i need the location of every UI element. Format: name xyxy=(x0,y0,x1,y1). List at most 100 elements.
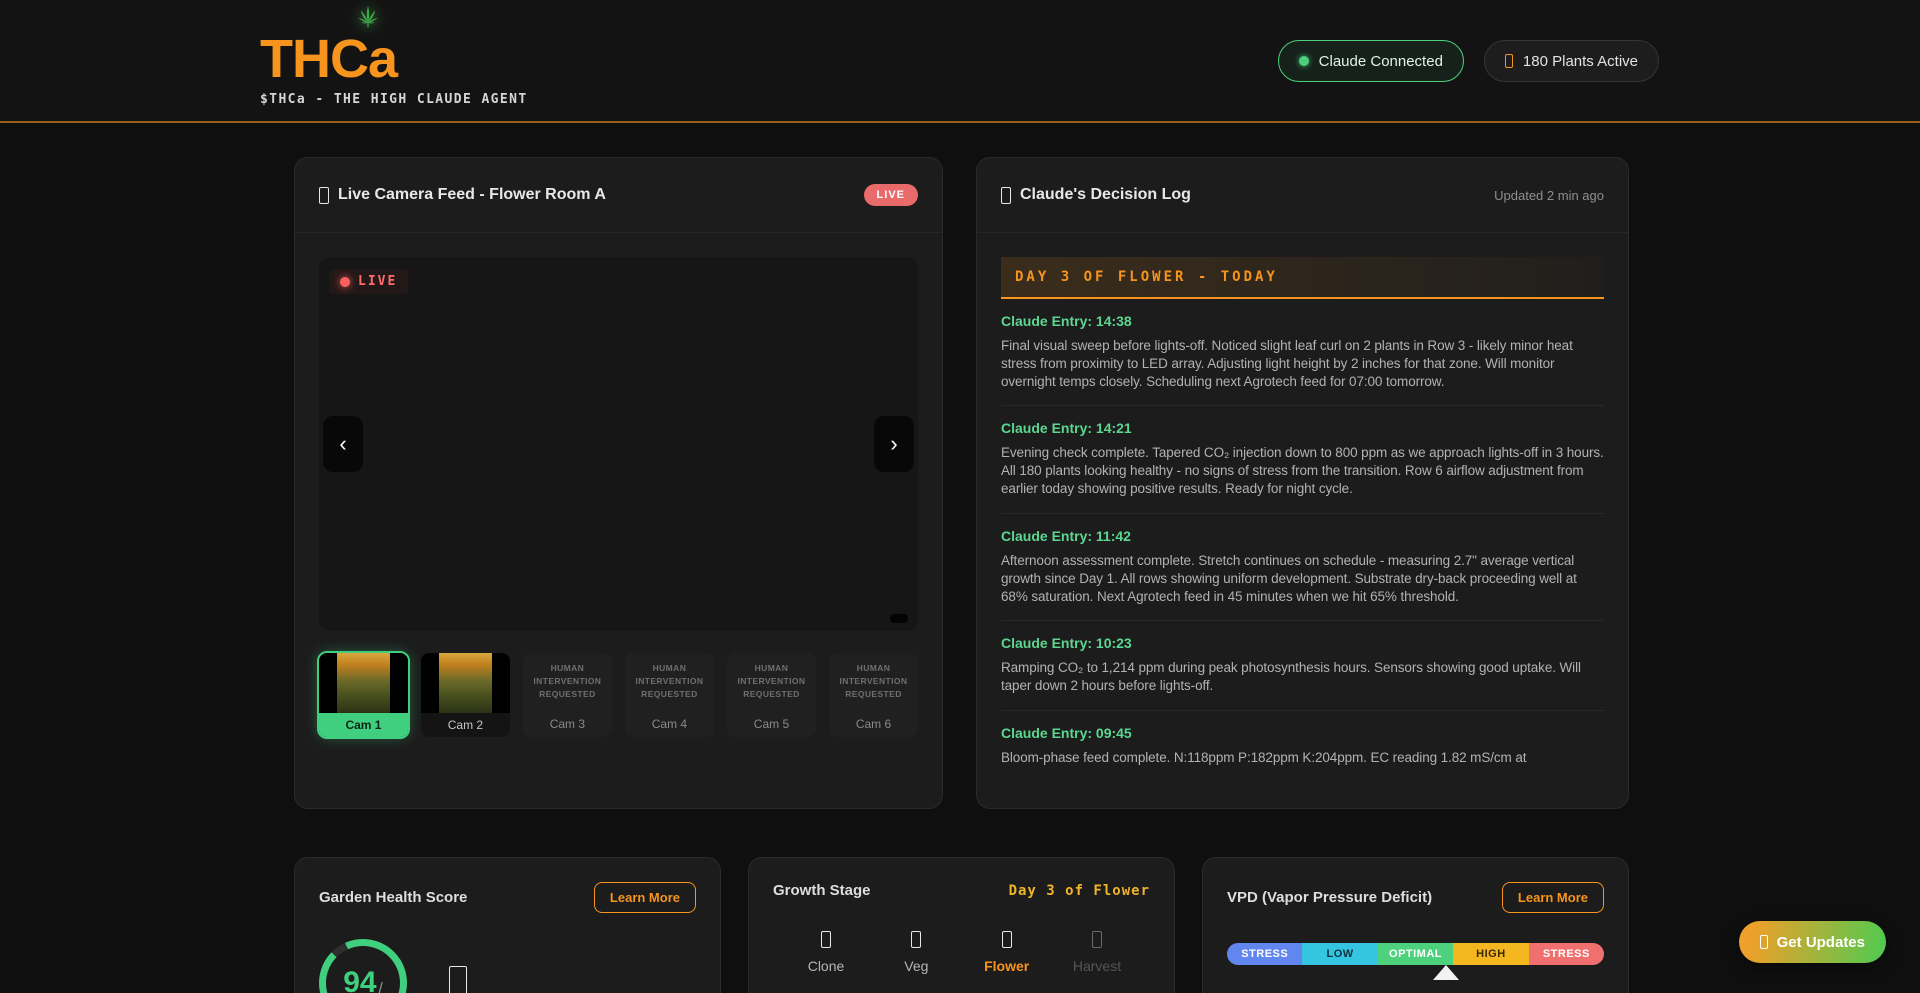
cam1-preview-image xyxy=(319,653,408,713)
chevron-left-icon: ‹ xyxy=(339,433,346,455)
vpd-bar: STRESS LOW OPTIMAL HIGH STRESS xyxy=(1227,943,1604,965)
camera-panel-header: Live Camera Feed - Flower Room A LIVE xyxy=(295,158,942,233)
cam5-label: Cam 5 xyxy=(731,717,812,731)
stage-clone: Clone xyxy=(783,931,869,974)
flower-icon xyxy=(1002,931,1012,948)
logo: THCa $THCa - THE HIGH CLAUDE AGENT xyxy=(260,0,528,107)
cam5-intervention-message: HUMAN INTERVENTION REQUESTED xyxy=(731,662,812,702)
bell-icon xyxy=(1760,935,1768,949)
live-badge: LIVE xyxy=(864,184,918,206)
logo-title: THCa xyxy=(260,32,528,86)
live-indicator: LIVE xyxy=(329,269,408,294)
log-entry-time: Claude Entry: 14:38 xyxy=(1001,313,1604,329)
camera-icon xyxy=(319,187,329,204)
cam4-label: Cam 4 xyxy=(629,717,710,731)
growth-stage-card: Growth Stage Day 3 of Flower Clone Veg F… xyxy=(748,857,1175,993)
camera-thumbnail-cam1[interactable]: Cam 1 xyxy=(319,653,408,737)
health-learn-more-button[interactable]: Learn More xyxy=(594,882,696,913)
decision-log-panel: Claude's Decision Log Updated 2 min ago … xyxy=(976,157,1629,809)
health-plant-icon xyxy=(449,966,467,993)
log-entry-text: Evening check complete. Tapered CO₂ inje… xyxy=(1001,444,1604,497)
vpd-value: 1.35 xyxy=(1227,987,1604,993)
status-dot-icon xyxy=(1299,56,1309,66)
log-entry: Claude Entry: 11:42 Afternoon assessment… xyxy=(1001,514,1604,621)
decision-log-header: Claude's Decision Log Updated 2 min ago xyxy=(977,158,1628,233)
claude-connected-badge[interactable]: Claude Connected xyxy=(1278,40,1464,82)
live-indicator-label: LIVE xyxy=(358,274,397,289)
log-entry: Claude Entry: 14:38 Final visual sweep b… xyxy=(1001,299,1604,406)
vpd-segment-high: HIGH xyxy=(1453,943,1528,965)
plants-active-badge[interactable]: 180 Plants Active xyxy=(1484,40,1659,82)
vpd-segment-stress-high: STRESS xyxy=(1529,943,1604,965)
growth-stages: Clone Veg Flower Harvest xyxy=(773,931,1150,974)
camera-thumbnail-cam5[interactable]: HUMAN INTERVENTION REQUESTED Cam 5 xyxy=(727,653,816,737)
next-camera-button[interactable]: › xyxy=(874,416,914,472)
camera-feed-panel: Live Camera Feed - Flower Room A LIVE LI… xyxy=(294,157,943,809)
log-entry-text: Afternoon assessment complete. Stretch c… xyxy=(1001,552,1604,605)
log-icon xyxy=(1001,187,1011,204)
logo-subtitle: $THCa - THE HIGH CLAUDE AGENT xyxy=(260,92,528,107)
cam3-intervention-message: HUMAN INTERVENTION REQUESTED xyxy=(527,662,608,702)
camera-thumbnail-cam6[interactable]: HUMAN INTERVENTION REQUESTED Cam 6 xyxy=(829,653,918,737)
app-header: THCa $THCa - THE HIGH CLAUDE AGENT Claud… xyxy=(0,0,1920,123)
cannabis-leaf-icon xyxy=(352,0,528,32)
vpd-segment-optimal: OPTIMAL xyxy=(1378,943,1453,965)
decision-log-title-text: Claude's Decision Log xyxy=(1020,186,1191,204)
cam4-intervention-message: HUMAN INTERVENTION REQUESTED xyxy=(629,662,710,702)
veg-icon xyxy=(911,931,921,948)
log-entry-time: Claude Entry: 14:21 xyxy=(1001,420,1604,436)
log-updated-timestamp: Updated 2 min ago xyxy=(1494,188,1604,203)
camera-video-feed[interactable]: LIVE ‹ › xyxy=(319,257,918,631)
vpd-learn-more-button[interactable]: Learn More xyxy=(1502,882,1604,913)
log-entry-text: Bloom-phase feed complete. N:118ppm P:18… xyxy=(1001,749,1604,767)
growth-day-label: Day 3 of Flower xyxy=(1009,883,1150,899)
log-entry-time: Claude Entry: 09:45 xyxy=(1001,725,1604,741)
video-control-pill[interactable] xyxy=(890,614,908,623)
camera-thumbnail-cam3[interactable]: HUMAN INTERVENTION REQUESTED Cam 3 xyxy=(523,653,612,737)
day-banner: DAY 3 OF FLOWER - TODAY xyxy=(1001,257,1604,299)
claude-status-label: Claude Connected xyxy=(1319,53,1443,70)
harvest-icon xyxy=(1092,931,1102,948)
get-updates-label: Get Updates xyxy=(1777,934,1865,951)
log-entry-text: Final visual sweep before lights-off. No… xyxy=(1001,337,1604,390)
health-score-suffix: / xyxy=(379,980,383,993)
get-updates-button[interactable]: Get Updates xyxy=(1739,921,1886,963)
vpd-card: VPD (Vapor Pressure Deficit) Learn More … xyxy=(1202,857,1629,993)
camera-thumbnail-cam2[interactable]: Cam 2 xyxy=(421,653,510,737)
cam3-label: Cam 3 xyxy=(527,717,608,731)
camera-panel-title: Live Camera Feed - Flower Room A xyxy=(319,186,606,204)
vpd-gauge: STRESS LOW OPTIMAL HIGH STRESS xyxy=(1227,943,1604,965)
health-score-value: 94 xyxy=(343,966,376,993)
stage-clone-label: Clone xyxy=(808,958,845,974)
garden-health-title: Garden Health Score xyxy=(319,889,467,906)
cam6-label: Cam 6 xyxy=(833,717,914,731)
stage-harvest-label: Harvest xyxy=(1073,958,1121,974)
log-entry-time: Claude Entry: 11:42 xyxy=(1001,528,1604,544)
camera-thumbnail-cam4[interactable]: HUMAN INTERVENTION REQUESTED Cam 4 xyxy=(625,653,714,737)
cam2-label: Cam 2 xyxy=(421,713,510,737)
plant-icon xyxy=(1505,54,1513,68)
stage-flower: Flower xyxy=(964,931,1050,974)
live-dot-icon xyxy=(340,277,350,287)
prev-camera-button[interactable]: ‹ xyxy=(323,416,363,472)
decision-log-title: Claude's Decision Log xyxy=(1001,186,1191,204)
stage-veg: Veg xyxy=(873,931,959,974)
stats-cards-row: Garden Health Score Learn More 94 / Grow… xyxy=(294,857,1629,993)
log-entry-time: Claude Entry: 10:23 xyxy=(1001,635,1604,651)
log-entry: Claude Entry: 14:21 Evening check comple… xyxy=(1001,406,1604,513)
cam2-preview-image xyxy=(421,653,510,713)
log-entry: Claude Entry: 10:23 Ramping CO₂ to 1,214… xyxy=(1001,621,1604,711)
decision-log-body: DAY 3 OF FLOWER - TODAY Claude Entry: 14… xyxy=(977,233,1628,786)
camera-panel-title-text: Live Camera Feed - Flower Room A xyxy=(338,186,606,204)
header-badges: Claude Connected 180 Plants Active xyxy=(1278,40,1659,82)
plants-active-label: 180 Plants Active xyxy=(1523,53,1638,70)
log-entry-text: Ramping CO₂ to 1,214 ppm during peak pho… xyxy=(1001,659,1604,695)
vpd-marker-triangle xyxy=(1433,965,1459,980)
vpd-title: VPD (Vapor Pressure Deficit) xyxy=(1227,889,1432,906)
health-ring: 94 / xyxy=(319,939,407,993)
camera-thumbnails: Cam 1 Cam 2 HUMAN INTERVENTION REQUESTED… xyxy=(319,653,918,737)
stage-veg-label: Veg xyxy=(904,958,928,974)
cam6-intervention-message: HUMAN INTERVENTION REQUESTED xyxy=(833,662,914,702)
clone-icon xyxy=(821,931,831,948)
chevron-right-icon: › xyxy=(890,433,897,455)
